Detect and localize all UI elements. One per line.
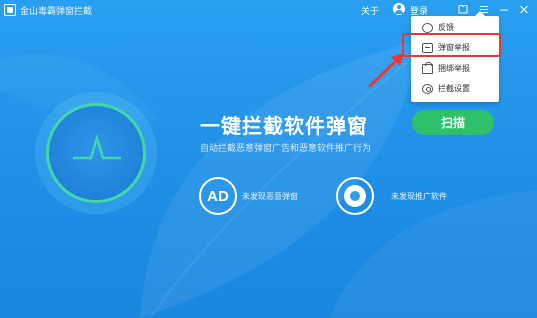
ad-icon: AD (199, 177, 237, 215)
disc-inner (344, 185, 366, 207)
pulse-icon (73, 133, 121, 160)
menu-item-label: 拦截设置 (438, 84, 470, 93)
minimize-icon[interactable] (497, 2, 511, 16)
app-title: 金山毒霸弹窗拦截 (20, 7, 93, 17)
menu-item-bundle-report[interactable]: 捆绑举报 (411, 59, 499, 79)
close-icon[interactable] (517, 2, 531, 16)
stat-label-popups: 未发现恶意弹窗 (242, 192, 298, 201)
ad-badge-text: AD (207, 187, 229, 205)
status-gauge (46, 103, 146, 203)
menu-item-block-settings[interactable]: 拦截设置 (411, 79, 499, 99)
settings-dropdown-menu: 反馈 弹窗举报 捆绑举报 拦截设置 (411, 11, 499, 102)
app-logo-icon (4, 4, 16, 16)
stat-label-software: 未发现推广软件 (391, 192, 447, 201)
subheadline: 自动拦截恶意弹窗广告和恶意软件推广行为 (200, 144, 372, 154)
highlight-box (402, 33, 501, 57)
user-icon[interactable] (393, 3, 405, 15)
scan-button[interactable]: 扫描 (412, 110, 494, 135)
app-window: 金山毒霸弹窗拦截 关于 登录 反馈 弹窗举报 捆绑举报 拦截设置 一键拦截软件弹… (0, 0, 537, 318)
menu-item-label: 反馈 (438, 23, 454, 32)
headline: 一键拦截软件弹窗 (200, 114, 368, 138)
red-arrow-icon (368, 53, 404, 88)
feedback-icon (422, 23, 433, 33)
disc-icon (336, 177, 374, 215)
skin-icon[interactable] (456, 2, 470, 16)
settings-icon (422, 84, 433, 94)
bundle-icon (422, 62, 433, 74)
about-link[interactable]: 关于 (361, 4, 379, 17)
menu-item-label: 捆绑举报 (438, 64, 470, 73)
